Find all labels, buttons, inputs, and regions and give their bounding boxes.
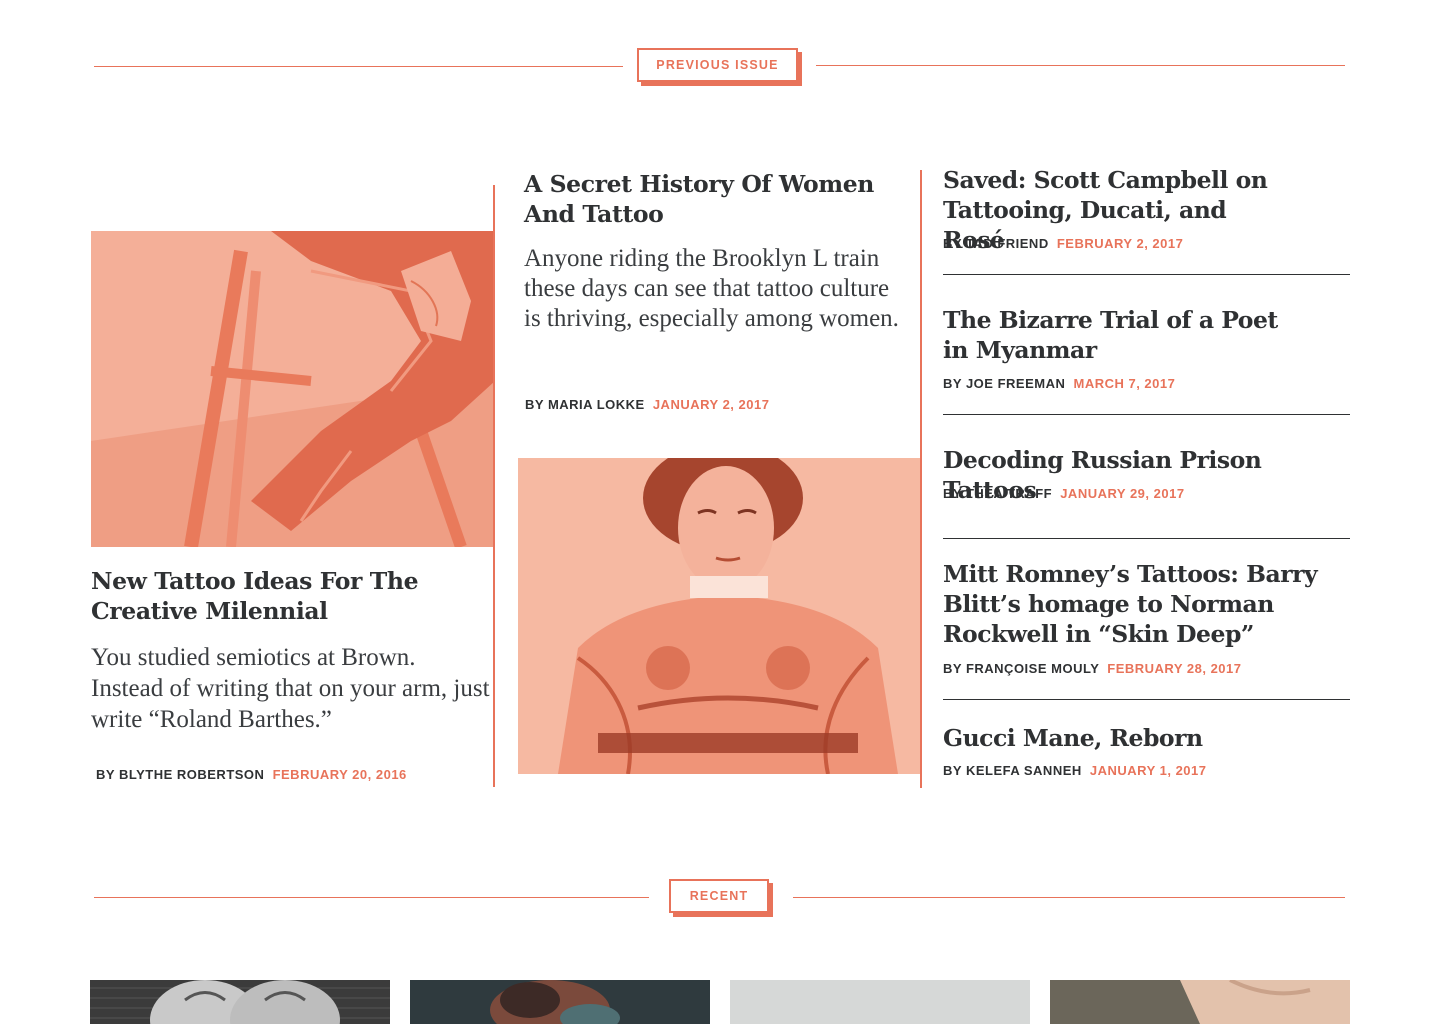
recent-rule-left: [94, 897, 649, 898]
author-link[interactable]: Maria Lokke: [548, 397, 645, 412]
publish-date: March 7, 2017: [1073, 376, 1176, 391]
recent-thumbnail[interactable]: [730, 980, 1030, 1024]
tattooed-leg-photo[interactable]: [91, 231, 495, 547]
feature-left-byline: By Blythe Robertson February 20, 2016: [96, 767, 407, 782]
recent-rule-right: [793, 897, 1345, 898]
author-link[interactable]: Joe Freeman: [966, 376, 1065, 391]
previous-issue-rule-right: [816, 65, 1345, 66]
author-link[interactable]: Thea Traff: [966, 486, 1052, 501]
byline-prefix: By: [943, 763, 962, 778]
list-divider: [943, 538, 1350, 539]
author-link[interactable]: Kelefa Sanneh: [966, 763, 1082, 778]
list-item-headline[interactable]: Gucci Mane, Reborn: [943, 723, 1353, 753]
tattooed-woman-photo[interactable]: [518, 458, 921, 774]
list-item-headline[interactable]: Mitt Romney’s Tattoos: Barry Blitt’s hom…: [943, 559, 1338, 649]
recent-thumbnail[interactable]: [410, 980, 710, 1024]
author-link[interactable]: Françoise Mouly: [966, 661, 1099, 676]
byline-prefix: By: [943, 376, 962, 391]
previous-issue-button[interactable]: Previous Issue: [637, 48, 798, 82]
list-item-byline: By Joe Freeman March 7, 2017: [943, 376, 1175, 391]
list-divider: [943, 414, 1350, 415]
byline-prefix: By: [943, 486, 962, 501]
list-item-byline: By Françoise Mouly February 28, 2017: [943, 661, 1242, 676]
publish-date: February 2, 2017: [1056, 236, 1184, 251]
feature-left-headline[interactable]: New Tattoo Ideas For The Creative Milenn…: [91, 566, 451, 626]
author-link[interactable]: Blythe Robertson: [119, 767, 264, 782]
byline-prefix: By: [525, 397, 544, 412]
list-divider: [943, 274, 1350, 275]
recent-thumbnail[interactable]: [90, 980, 390, 1024]
publish-date: January 2, 2017: [652, 397, 770, 412]
recent-thumbnail[interactable]: [1050, 980, 1350, 1024]
publish-date: February 20, 2016: [272, 767, 407, 782]
list-divider: [943, 699, 1350, 700]
byline-prefix: By: [96, 767, 115, 782]
list-item-byline: By Thea Traff January 29, 2017: [943, 486, 1185, 501]
list-item-byline: By Kelefa Sanneh January 1, 2017: [943, 763, 1207, 778]
publish-date: February 28, 2017: [1107, 661, 1242, 676]
feature-center-byline: By Maria Lokke January 2, 2017: [525, 397, 769, 412]
author-link[interactable]: Tad Friend: [966, 236, 1049, 251]
previous-issue-rule-left: [94, 66, 623, 67]
feature-left-dek: You studied semiotics at Brown. Instead …: [91, 644, 490, 733]
byline-prefix: By: [943, 236, 962, 251]
column-divider-right: [920, 170, 922, 788]
list-item-headline[interactable]: The Bizarre Trial of a Poet in Myanmar: [943, 305, 1303, 365]
feature-center-dek: Anyone riding the Brooklyn L train these…: [524, 245, 899, 332]
publish-date: January 1, 2017: [1089, 763, 1207, 778]
recent-button[interactable]: Recent: [669, 879, 769, 913]
column-divider-left: [493, 185, 495, 787]
feature-center-headline[interactable]: A Secret History Of Women And Tattoo: [524, 169, 894, 229]
byline-prefix: By: [943, 661, 962, 676]
publish-date: January 29, 2017: [1060, 486, 1185, 501]
list-item-byline: By Tad Friend February 2, 2017: [943, 236, 1183, 251]
